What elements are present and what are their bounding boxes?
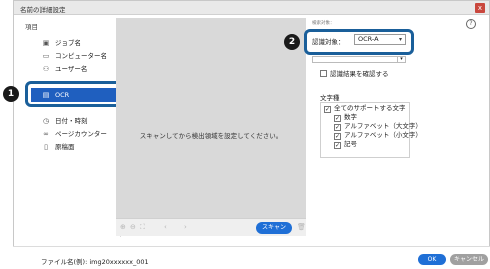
callout-badge-1: 1 — [3, 86, 19, 102]
ocr-small-label: 検索対象： — [312, 21, 335, 26]
sidebar-item-label: 日付・時刻 — [55, 117, 88, 125]
charset-group-label: 文字種 — [320, 94, 340, 102]
dialog-footer: ファイル名(例): img20xxxxxx_001 OK キャンセル — [13, 246, 490, 269]
filename-value: img20xxxxxx_001 — [89, 258, 149, 266]
sidebar-item-label: 原稿面 — [55, 143, 75, 151]
checkbox-checked[interactable]: ✓ — [334, 142, 341, 149]
calendar-icon: ▣ — [42, 39, 50, 47]
filename-example: ファイル名(例): img20xxxxxx_001 — [41, 256, 149, 266]
charset-all-label: 全てのサポートする文字 — [334, 104, 406, 112]
help-icon[interactable]: ? — [466, 19, 476, 29]
next-page-icon[interactable]: › — [184, 223, 187, 231]
secondary-select[interactable]: ▾ — [312, 56, 406, 63]
checkbox-checked[interactable]: ✓ — [324, 106, 331, 113]
confirm-result-checkbox[interactable]: 認識結果を確認する — [320, 70, 389, 79]
zoom-out-icon[interactable]: ⊖ — [130, 223, 136, 231]
user-icon: ⚇ — [42, 65, 50, 73]
sidebar-header: 項目 — [25, 23, 38, 31]
sidebar-item-job-name[interactable]: ▣ ジョブ名 — [41, 37, 123, 49]
title-bar: 名前の詳細設定 x — [14, 1, 489, 15]
preview-toolbar: ⊕ ⊖ ⛶ ‹ › スキャン 🗑 — [116, 218, 306, 236]
charset-option-lowercase[interactable]: ✓ アルファベット（小文字） — [334, 131, 422, 140]
preview-message: スキャンしてから検出領域を設定してください。 — [139, 132, 283, 140]
chevron-down-icon: ▾ — [397, 56, 405, 63]
charset-option-label: アルファベット（小文字） — [344, 131, 422, 139]
filename-label: ファイル名(例): — [41, 258, 88, 266]
sidebar-item-date-time[interactable]: ◷ 日付・時刻 — [41, 115, 123, 127]
sidebar-item-computer-name[interactable]: ▭ コンピューター名 — [41, 50, 123, 62]
checkbox-checked[interactable]: ✓ — [334, 115, 341, 122]
charset-option-uppercase[interactable]: ✓ アルファベット（大文字） — [334, 122, 422, 131]
clock-icon: ◷ — [42, 117, 50, 125]
confirm-result-label: 認識結果を確認する — [330, 70, 389, 78]
callout-ocr-highlight — [25, 81, 125, 107]
cancel-button[interactable]: キャンセル — [450, 254, 488, 265]
computer-icon: ▭ — [42, 52, 50, 60]
item-sidebar: 項目 ▣ ジョブ名 ▭ コンピューター名 ⚇ ユーザー名 ▤ OCR ◷ 日付・時刻 ∞ ペ… — [21, 18, 123, 237]
page-counter-icon: ∞ — [43, 130, 49, 138]
scan-button[interactable]: スキャン — [256, 222, 292, 234]
charset-option-digits[interactable]: ✓ 数字 — [334, 113, 357, 122]
sidebar-item-label: ユーザー名 — [55, 65, 88, 73]
checkbox-unchecked[interactable] — [320, 70, 327, 77]
charset-option-label: 記号 — [344, 140, 357, 148]
charset-option-symbols[interactable]: ✓ 記号 — [334, 140, 357, 149]
sidebar-item-user-name[interactable]: ⚇ ユーザー名 — [41, 63, 123, 75]
scan-preview-area[interactable]: スキャンしてから検出領域を設定してください。 ⊕ ⊖ ⛶ ‹ › スキャン 🗑 — [116, 18, 306, 236]
dialog-title: 名前の詳細設定 — [20, 6, 66, 14]
trash-icon[interactable]: 🗑 — [297, 223, 306, 231]
sidebar-item-label: コンピューター名 — [55, 52, 107, 60]
checkbox-checked[interactable]: ✓ — [334, 124, 341, 131]
callout-badge-2: 2 — [284, 34, 300, 50]
ok-button[interactable]: OK — [418, 254, 446, 265]
charset-option-label: 数字 — [344, 113, 357, 121]
sidebar-item-document-side[interactable]: ▯ 原稿面 — [41, 141, 123, 153]
prev-page-icon[interactable]: ‹ — [164, 223, 167, 231]
zoom-in-icon[interactable]: ⊕ — [120, 223, 126, 231]
sidebar-item-label: ページカウンター — [55, 130, 107, 138]
sidebar-item-page-counter[interactable]: ∞ ページカウンター — [41, 128, 123, 140]
callout-target-highlight — [304, 29, 414, 55]
fit-icon[interactable]: ⛶ — [140, 223, 145, 232]
charset-option-label: アルファベット（大文字） — [344, 122, 422, 130]
checkbox-checked[interactable]: ✓ — [334, 133, 341, 140]
document-icon: ▯ — [44, 143, 48, 151]
sidebar-item-label: ジョブ名 — [55, 39, 81, 47]
close-button[interactable]: x — [475, 3, 485, 13]
charset-all-checkbox[interactable]: ✓ 全てのサポートする文字 — [324, 104, 406, 113]
